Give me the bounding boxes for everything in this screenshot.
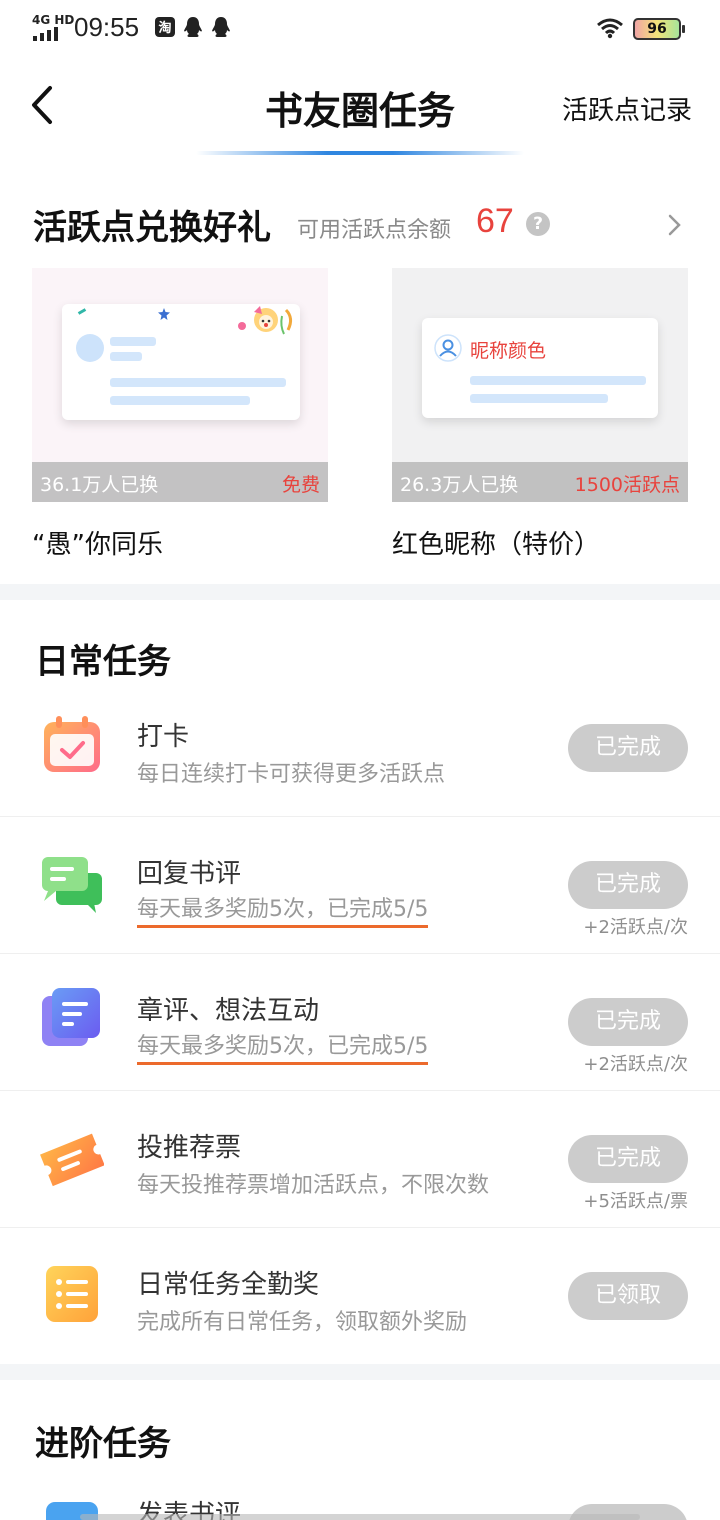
qq-icon <box>184 17 202 37</box>
task-status-button[interactable]: 已领取 <box>568 1272 688 1320</box>
signal-icon <box>33 27 58 41</box>
wifi-icon <box>597 18 623 39</box>
exchange-section: 活跃点兑换好礼 可用活跃点余额 67 ? 36.1万人已换 免费 “愚”你同乐 … <box>0 160 720 584</box>
exchanged-count: 26.3万人已换 <box>400 474 519 496</box>
chat-bubbles-icon <box>42 857 102 913</box>
daily-tasks-title: 日常任务 <box>35 642 171 682</box>
gift-name: 红色昵称（特价） <box>392 530 601 560</box>
taobao-icon: 淘 <box>155 17 175 37</box>
task-recommend-vote: 投推荐票 每天投推荐票增加活跃点，不限次数 已完成 +5活跃点/票 <box>0 1091 720 1228</box>
calendar-check-icon <box>44 716 100 772</box>
task-chapter-comment: 章评、想法互动 每天最多奖励5次，已完成5/5 已完成 +2活跃点/次 <box>0 954 720 1091</box>
nickname-preview: 昵称颜色 <box>422 318 658 418</box>
nav-bar: 书友圈任务 活跃点记录 <box>0 60 720 160</box>
svg-text:淘: 淘 <box>158 20 171 36</box>
task-checkin: 打卡 每日连续打卡可获得更多活跃点 已完成 <box>0 680 720 817</box>
clock: 09:55 <box>74 12 140 42</box>
nickname-color-sample: 昵称颜色 <box>470 340 547 362</box>
gift-name: “愚”你同乐 <box>32 530 163 560</box>
task-desc: 每天最多奖励5次，已完成5/5 <box>137 891 429 928</box>
battery-icon: 96 <box>633 18 685 40</box>
gift-info-strip: 26.3万人已换 1500活跃点 <box>392 462 688 502</box>
gift-info-strip: 36.1万人已换 免费 <box>32 462 328 502</box>
gift-price: 免费 <box>281 474 320 496</box>
task-desc: 完成所有日常任务，领取额外奖励 <box>137 1310 468 1335</box>
user-icon <box>434 334 462 362</box>
status-bar: 4G HD 09:55 淘 96 <box>0 0 720 58</box>
task-status-button[interactable]: 已完成 <box>568 724 688 772</box>
exchange-title: 活跃点兑换好礼 <box>33 208 271 248</box>
task-reward: +2活跃点/次 <box>583 917 688 938</box>
balance-label: 可用活跃点余额 <box>297 218 452 243</box>
task-title: 章评、想法互动 <box>137 996 320 1026</box>
task-status-button[interactable]: 已完成 <box>568 998 688 1046</box>
list-icon <box>46 1266 98 1322</box>
document-icon <box>42 988 100 1046</box>
exchanged-count: 36.1万人已换 <box>40 474 159 496</box>
task-desc: 每天最多奖励5次，已完成5/5 <box>137 1028 429 1065</box>
gift-card-2[interactable]: 昵称颜色 26.3万人已换 1500活跃点 红色昵称（特价） <box>392 268 688 561</box>
title-underline <box>196 151 524 155</box>
activity-record-link[interactable]: 活跃点记录 <box>562 90 692 127</box>
scroll-indicator <box>80 1514 640 1520</box>
task-title: 日常任务全勤奖 <box>137 1270 320 1300</box>
task-status-button[interactable]: 已完成 <box>568 1135 688 1183</box>
gift-price: 1500活跃点 <box>574 474 680 496</box>
task-desc: 每天投推荐票增加活跃点，不限次数 <box>137 1173 490 1198</box>
clown-sticker-icon <box>238 306 293 335</box>
task-title: 投推荐票 <box>137 1133 242 1163</box>
balance-value: 67 <box>476 202 514 240</box>
task-reply-review: 回复书评 每天最多奖励5次，已完成5/5 已完成 +2活跃点/次 <box>0 817 720 954</box>
network-indicator: 4G HD <box>32 13 75 27</box>
star-icon <box>158 308 170 320</box>
gift-card-1[interactable]: 36.1万人已换 免费 “愚”你同乐 <box>32 268 328 561</box>
qq-icon <box>212 17 230 37</box>
chevron-right-icon[interactable] <box>664 212 684 238</box>
task-reward: +2活跃点/次 <box>583 1054 688 1075</box>
task-status-button[interactable]: 已完成 <box>568 861 688 909</box>
task-title: 打卡 <box>137 722 190 752</box>
gift-preview: 36.1万人已换 免费 <box>32 268 328 502</box>
ticket-icon <box>40 1133 104 1187</box>
section-divider <box>0 1364 720 1380</box>
theme-preview <box>62 304 300 420</box>
task-full-attendance: 日常任务全勤奖 完成所有日常任务，领取额外奖励 已领取 <box>0 1228 720 1365</box>
advanced-tasks-title: 进阶任务 <box>35 1424 171 1464</box>
task-reward: +5活跃点/票 <box>583 1191 688 1212</box>
help-icon[interactable]: ? <box>526 212 550 236</box>
task-desc: 每日连续打卡可获得更多活跃点 <box>137 762 446 787</box>
section-divider <box>0 584 720 600</box>
gift-preview: 昵称颜色 26.3万人已换 1500活跃点 <box>392 268 688 502</box>
task-title: 回复书评 <box>137 859 242 889</box>
